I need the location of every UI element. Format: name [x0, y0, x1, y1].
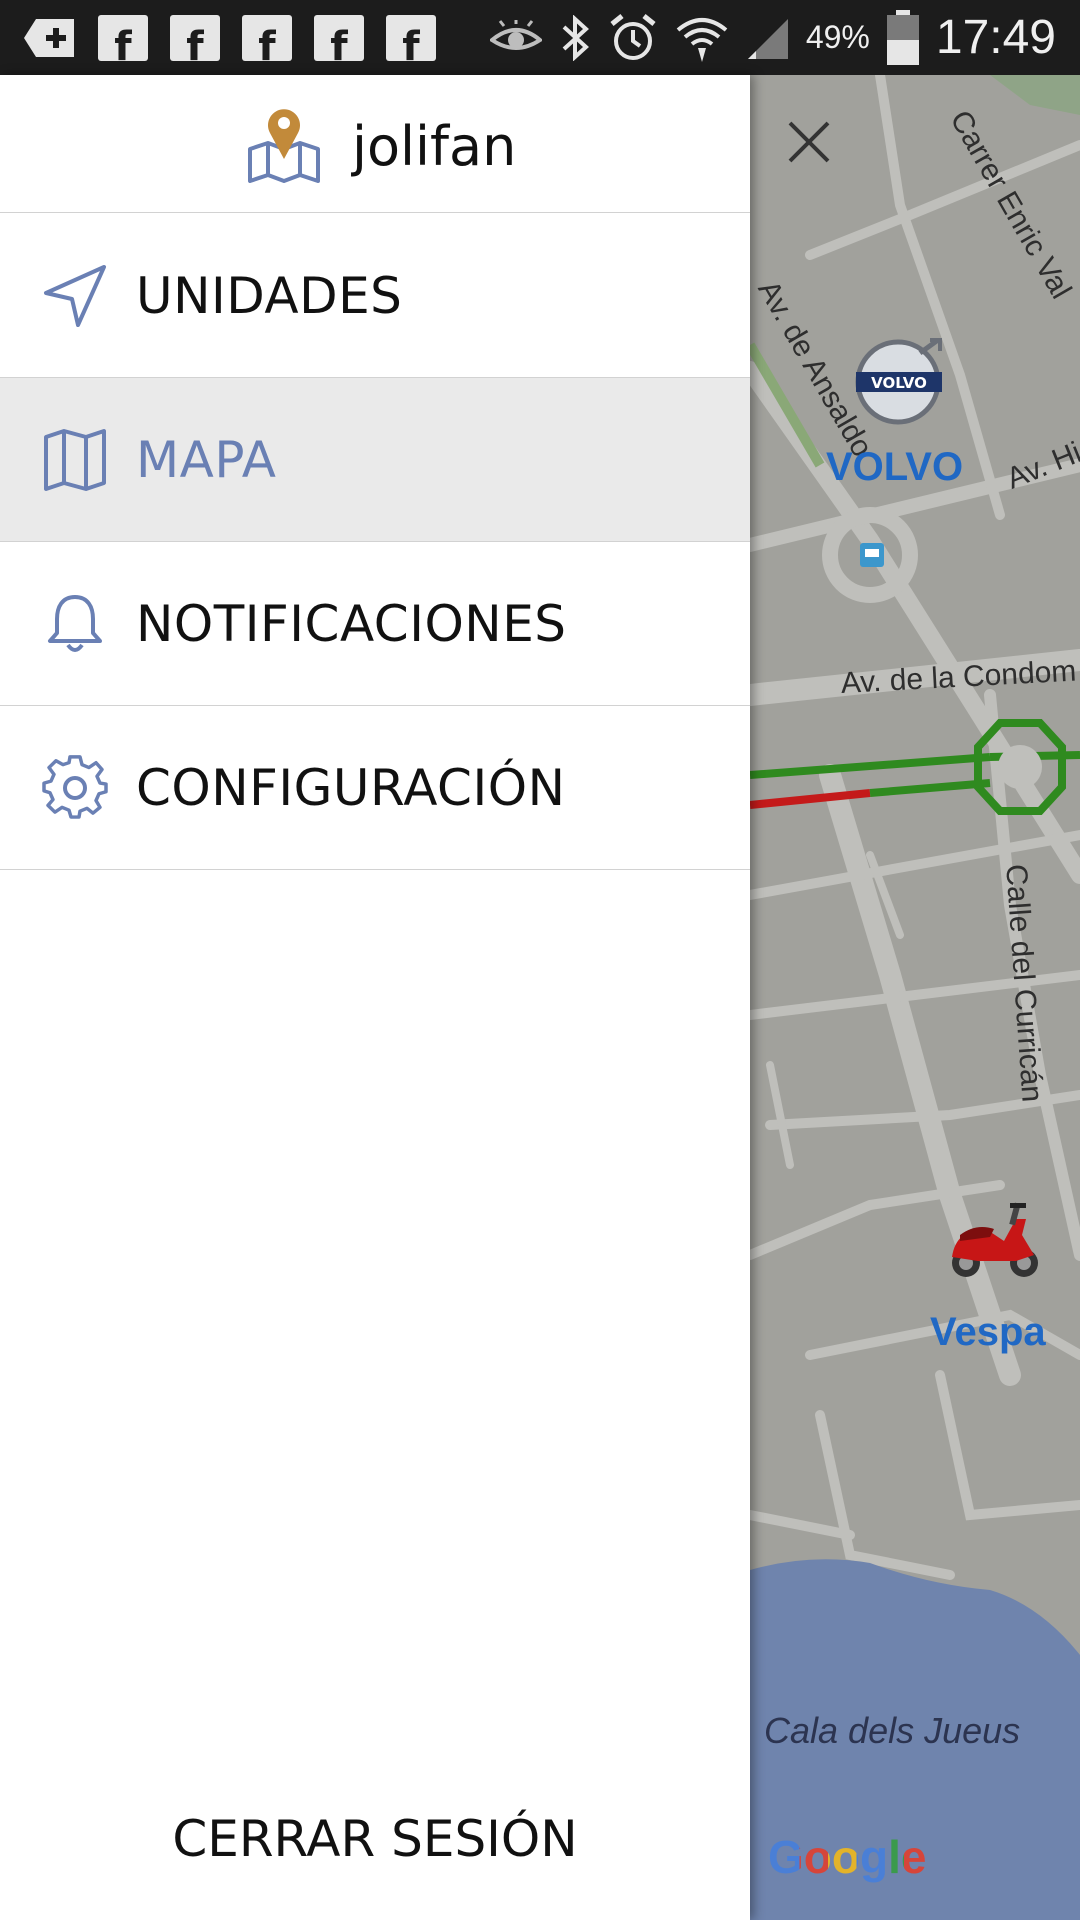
facebook-icon: f: [170, 14, 220, 67]
menu-item-configuracion[interactable]: CONFIGURACIÓN: [0, 706, 750, 870]
menu-item-label: UNIDADES: [136, 266, 403, 325]
battery-icon: [886, 9, 919, 65]
alarm-icon: [610, 13, 656, 60]
map-view[interactable]: Av. de Ansaldo Carrer Enric Val Av. His …: [750, 75, 1080, 1920]
unit-label-volvo[interactable]: VOLVO: [826, 445, 963, 490]
facebook-icon: f: [386, 14, 436, 67]
menu-item-mapa[interactable]: MAPA: [0, 378, 750, 542]
battery-percent: 49%: [805, 19, 870, 55]
close-icon[interactable]: [786, 119, 832, 165]
map-icon: [44, 428, 106, 491]
gear-icon: [42, 754, 108, 819]
menu-item-unidades[interactable]: UNIDADES: [0, 214, 750, 378]
clock: 17:49: [935, 11, 1056, 64]
facebook-icon: f: [242, 14, 292, 67]
wifi-icon: [676, 17, 728, 62]
add-box-icon: [24, 18, 74, 57]
status-bar: f f f f f 49% 17:49: [0, 0, 1080, 75]
navigation-drawer: jolifan UNIDADES MAPA NOTIFICACIONES CON…: [0, 75, 750, 1920]
map-pin-logo-icon: [248, 109, 320, 183]
place-label: Cala dels Jueus: [764, 1710, 1021, 1751]
navigation-arrow-icon: [44, 264, 106, 327]
menu-item-label: MAPA: [136, 430, 277, 489]
svg-text:VOLVO: VOLVO: [871, 374, 927, 392]
drawer-header: jolifan: [0, 75, 750, 213]
facebook-icon: f: [98, 14, 148, 67]
volvo-logo-icon[interactable]: VOLVO: [852, 337, 946, 427]
menu-item-label: CONFIGURACIÓN: [136, 758, 566, 817]
signal-icon: [747, 18, 788, 59]
google-attribution: Google: [768, 1831, 927, 1883]
menu-item-notificaciones[interactable]: NOTIFICACIONES: [0, 542, 750, 706]
eye-icon: [489, 19, 542, 50]
scooter-icon[interactable]: [946, 1195, 1042, 1285]
bluetooth-icon: [562, 14, 589, 61]
username: jolifan: [352, 115, 517, 178]
unit-label-vespa[interactable]: Vespa: [930, 1310, 1046, 1355]
facebook-icon: f: [314, 14, 364, 67]
menu-item-label: NOTIFICACIONES: [136, 594, 567, 653]
logout-button[interactable]: CERRAR SESIÓN: [0, 1810, 750, 1868]
bell-icon: [48, 594, 102, 652]
